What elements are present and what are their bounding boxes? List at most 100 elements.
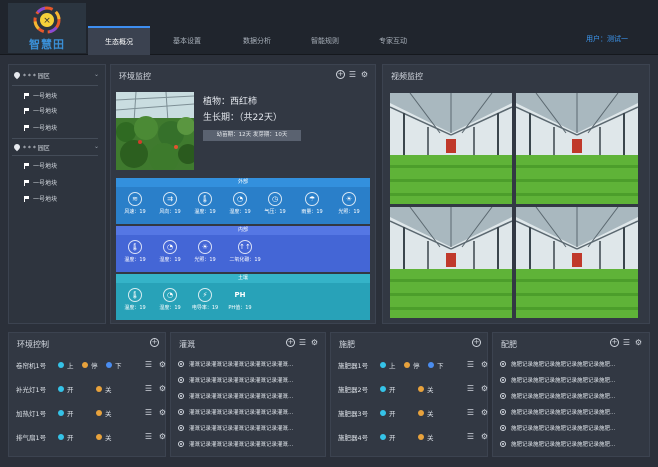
add-icon[interactable]: + xyxy=(336,70,345,79)
nav-tab-rules[interactable]: 智能规则 xyxy=(294,26,356,55)
gear-icon[interactable]: ⚙ xyxy=(480,360,489,369)
growth-stage-badge: 幼苗期：12天 发芽期：10天 xyxy=(203,130,301,141)
status-dot-icon xyxy=(96,386,102,392)
wind-icon: ≋ xyxy=(128,192,142,206)
record-item[interactable]: 灌溉记录灌溉记录灌溉记录灌溉记录灌溉... xyxy=(178,424,293,432)
status-dot-icon xyxy=(428,362,434,368)
gear-icon[interactable]: ⚙ xyxy=(480,432,489,441)
record-item[interactable]: 灌溉记录灌溉记录灌溉记录灌溉记录灌溉... xyxy=(178,440,293,448)
record-item[interactable]: 施肥记录施肥记录施肥记录施肥记录施肥... xyxy=(500,360,615,368)
status-dot-icon xyxy=(58,386,64,392)
device-option-button[interactable]: 关 xyxy=(418,384,434,394)
device-option-button[interactable]: 上 xyxy=(380,360,396,370)
list-icon[interactable]: ☰ xyxy=(466,360,475,369)
chevron-down-icon[interactable]: ⌄ xyxy=(94,71,99,78)
gear-icon[interactable]: ⚙ xyxy=(310,338,319,347)
flag-icon xyxy=(24,124,30,131)
list-icon[interactable]: ☰ xyxy=(144,360,153,369)
sensor-temperature: 🌡 温度：19 xyxy=(120,288,150,311)
status-dot-icon xyxy=(106,362,112,368)
device-option-button[interactable]: 停 xyxy=(82,360,98,370)
video-feed-3[interactable] xyxy=(390,207,512,318)
list-icon[interactable]: ☰ xyxy=(298,338,307,347)
gear-icon[interactable]: ⚙ xyxy=(158,360,167,369)
location-pin-icon xyxy=(14,144,20,151)
record-bullet-icon xyxy=(178,393,184,399)
device-option-button[interactable]: 关 xyxy=(96,384,112,394)
record-item[interactable]: 施肥记录施肥记录施肥记录施肥记录施肥... xyxy=(500,392,615,400)
record-item[interactable]: 灌溉记录灌溉记录灌溉记录灌溉记录灌溉... xyxy=(178,408,293,416)
record-item[interactable]: 灌溉记录灌溉记录灌溉记录灌溉记录灌溉... xyxy=(178,392,293,400)
tree-region-1[interactable]: * * * 园区 xyxy=(14,71,50,80)
nav-tab-settings[interactable]: 基本设置 xyxy=(156,26,218,55)
chevron-down-icon[interactable]: ⌄ xyxy=(94,143,99,150)
status-dot-icon xyxy=(380,434,386,440)
sensor-temperature: 🌡 温度：19 xyxy=(190,192,220,215)
device-option-button[interactable]: 开 xyxy=(380,408,396,418)
gear-icon[interactable]: ⚙ xyxy=(158,408,167,417)
video-feed-1[interactable] xyxy=(390,93,512,204)
list-icon[interactable]: ☰ xyxy=(466,384,475,393)
device-option-button[interactable]: 关 xyxy=(96,408,112,418)
add-icon[interactable]: + xyxy=(286,338,295,347)
tree-plot-item[interactable]: 一号地块 xyxy=(24,178,57,187)
flag-icon xyxy=(24,195,30,202)
gear-icon[interactable]: ⚙ xyxy=(360,70,369,79)
device-option-button[interactable]: 开 xyxy=(58,408,74,418)
device-option-button[interactable]: 停 xyxy=(404,360,420,370)
device-option-button[interactable]: 关 xyxy=(96,432,112,442)
gear-icon[interactable]: ⚙ xyxy=(158,432,167,441)
list-icon[interactable]: ☰ xyxy=(144,408,153,417)
record-item[interactable]: 施肥记录施肥记录施肥记录施肥记录施肥... xyxy=(500,408,615,416)
nav-tab-experts[interactable]: 专家互动 xyxy=(362,26,424,55)
sensor-wind-direction: ⇉ 风向：19 xyxy=(155,192,185,215)
record-item[interactable]: 灌溉记录灌溉记录灌溉记录灌溉记录灌溉... xyxy=(178,376,293,384)
list-icon[interactable]: ☰ xyxy=(466,432,475,441)
gear-icon[interactable]: ⚙ xyxy=(634,338,643,347)
device-option-button[interactable]: 下 xyxy=(428,360,444,370)
tree-region-2[interactable]: * * * 园区 xyxy=(14,143,50,152)
device-option-button[interactable]: 关 xyxy=(418,432,434,442)
record-item[interactable]: 施肥记录施肥记录施肥记录施肥记录施肥... xyxy=(500,424,615,432)
tree-plot-item[interactable]: 一号地块 xyxy=(24,161,57,170)
list-icon[interactable]: ☰ xyxy=(622,338,631,347)
device-option-button[interactable]: 开 xyxy=(58,384,74,394)
plant-photo xyxy=(116,92,194,170)
list-icon[interactable]: ☰ xyxy=(466,408,475,417)
device-name: 加热灯1号 xyxy=(16,410,47,418)
device-option-button[interactable]: 开 xyxy=(380,432,396,442)
tree-plot-item[interactable]: 一号地块 xyxy=(24,106,57,115)
device-option-button[interactable]: 开 xyxy=(380,384,396,394)
nav-tab-analysis[interactable]: 数据分析 xyxy=(226,26,288,55)
greenhouse-camera-image xyxy=(390,207,512,318)
flag-icon xyxy=(24,179,30,186)
device-option-button[interactable]: 开 xyxy=(58,432,74,442)
device-option-button[interactable]: 关 xyxy=(418,408,434,418)
list-icon[interactable]: ☰ xyxy=(144,432,153,441)
add-icon[interactable]: + xyxy=(610,338,619,347)
tree-plot-item[interactable]: 一号地块 xyxy=(24,123,57,132)
gear-icon[interactable]: ⚙ xyxy=(480,408,489,417)
record-item[interactable]: 施肥记录施肥记录施肥记录施肥记录施肥... xyxy=(500,440,615,448)
gear-icon[interactable]: ⚙ xyxy=(480,384,489,393)
gear-icon[interactable]: ⚙ xyxy=(158,384,167,393)
device-option-button[interactable]: 下 xyxy=(106,360,122,370)
status-dot-icon xyxy=(58,362,64,368)
device-option-button[interactable]: 上 xyxy=(58,360,74,370)
panel-title: 环境控制 xyxy=(17,340,49,349)
video-feed-4[interactable] xyxy=(516,207,638,318)
record-bullet-icon xyxy=(178,361,184,367)
nav-tab-overview[interactable]: 生态概况 xyxy=(88,26,150,55)
add-icon[interactable]: + xyxy=(472,338,481,347)
tree-plot-item[interactable]: 一号地块 xyxy=(24,194,57,203)
record-item[interactable]: 施肥记录施肥记录施肥记录施肥记录施肥... xyxy=(500,376,615,384)
list-icon[interactable]: ☰ xyxy=(144,384,153,393)
user-label[interactable]: 用户：测试一 xyxy=(586,34,628,44)
tree-plot-item[interactable]: 一号地块 xyxy=(24,91,57,100)
add-icon[interactable]: + xyxy=(150,338,159,347)
list-icon[interactable]: ☰ xyxy=(348,70,357,79)
soil-sensor-section: 土壤 🌡 温度：19 ◔ 湿度：19 ⚡ 电导率：19 PH PH值：19 xyxy=(116,274,370,320)
record-item[interactable]: 灌溉记录灌溉记录灌溉记录灌溉记录灌溉... xyxy=(178,360,293,368)
video-feed-2[interactable] xyxy=(516,93,638,204)
status-dot-icon xyxy=(404,362,410,368)
